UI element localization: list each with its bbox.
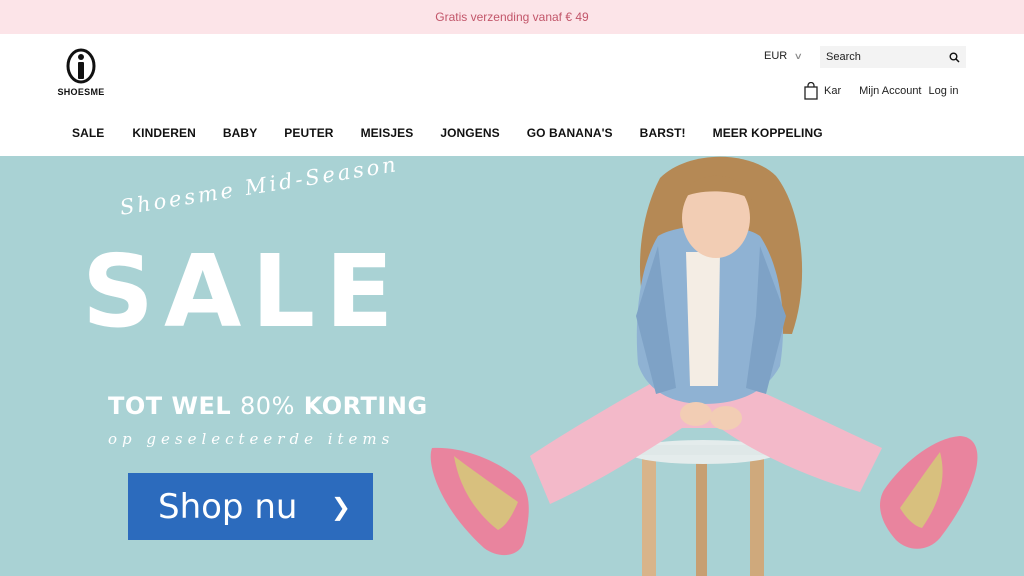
shop-now-label: Shop nu [158,486,298,527]
currency-selector[interactable]: EUR ∨ [764,50,804,62]
main-nav: SALE KINDEREN BABY PEUTER MEISJES JONGEN… [72,126,823,140]
login-link[interactable]: Log in [929,85,959,97]
hero-banner[interactable]: Shoesme Mid-Season SALE TOT WEL 80% KORT… [0,156,1024,576]
discount-percent: 80% [240,392,295,420]
nav-item-kinderen[interactable]: KINDEREN [132,126,195,140]
shopping-bag-icon [804,82,818,100]
logo-mark-icon [66,48,96,84]
discount-prefix: TOT WEL [108,392,232,420]
hero-subtitle: op geselecteerde items [108,430,395,448]
cart-link[interactable]: Kar [804,82,841,100]
site-header: SHOESME EUR ∨ Kar Mijn Account Log in SA… [0,34,1024,156]
hero-photo-girl-on-stool [430,156,978,576]
nav-item-meisjes[interactable]: MEISJES [361,126,414,140]
currency-value: EUR [764,50,788,62]
nav-item-sale[interactable]: SALE [72,126,104,140]
nav-item-jongens[interactable]: JONGENS [440,126,499,140]
account-link[interactable]: Mijn Account [859,85,921,97]
nav-item-baby[interactable]: BABY [223,126,257,140]
brand-logo[interactable]: SHOESME [56,48,106,106]
chevron-down-icon: ∨ [793,50,804,61]
account-row: Kar Mijn Account Log in [804,82,965,100]
nav-item-go-bananas[interactable]: GO BANANA'S [527,126,613,140]
nav-item-peuter[interactable]: PEUTER [284,126,333,140]
nav-item-meer-koppeling[interactable]: MEER KOPPELING [713,126,823,140]
promo-text: Gratis verzending vanaf € 49 [435,10,589,24]
shop-now-button[interactable]: Shop nu ❯ [128,473,373,540]
promo-bar: Gratis verzending vanaf € 49 [0,0,1024,34]
hero-title: SALE [82,233,404,350]
discount-suffix: KORTING [303,392,428,420]
hero-script-title: Shoesme Mid-Season [118,156,401,220]
search-box [820,46,966,68]
search-input[interactable] [826,51,948,63]
cart-label: Kar [824,85,842,97]
brand-name: SHOESME [57,87,105,97]
nav-item-barst[interactable]: BARST! [640,126,686,140]
hero-discount: TOT WEL 80% KORTING [108,392,428,420]
chevron-right-icon: ❯ [330,493,351,521]
search-icon[interactable] [948,51,960,63]
